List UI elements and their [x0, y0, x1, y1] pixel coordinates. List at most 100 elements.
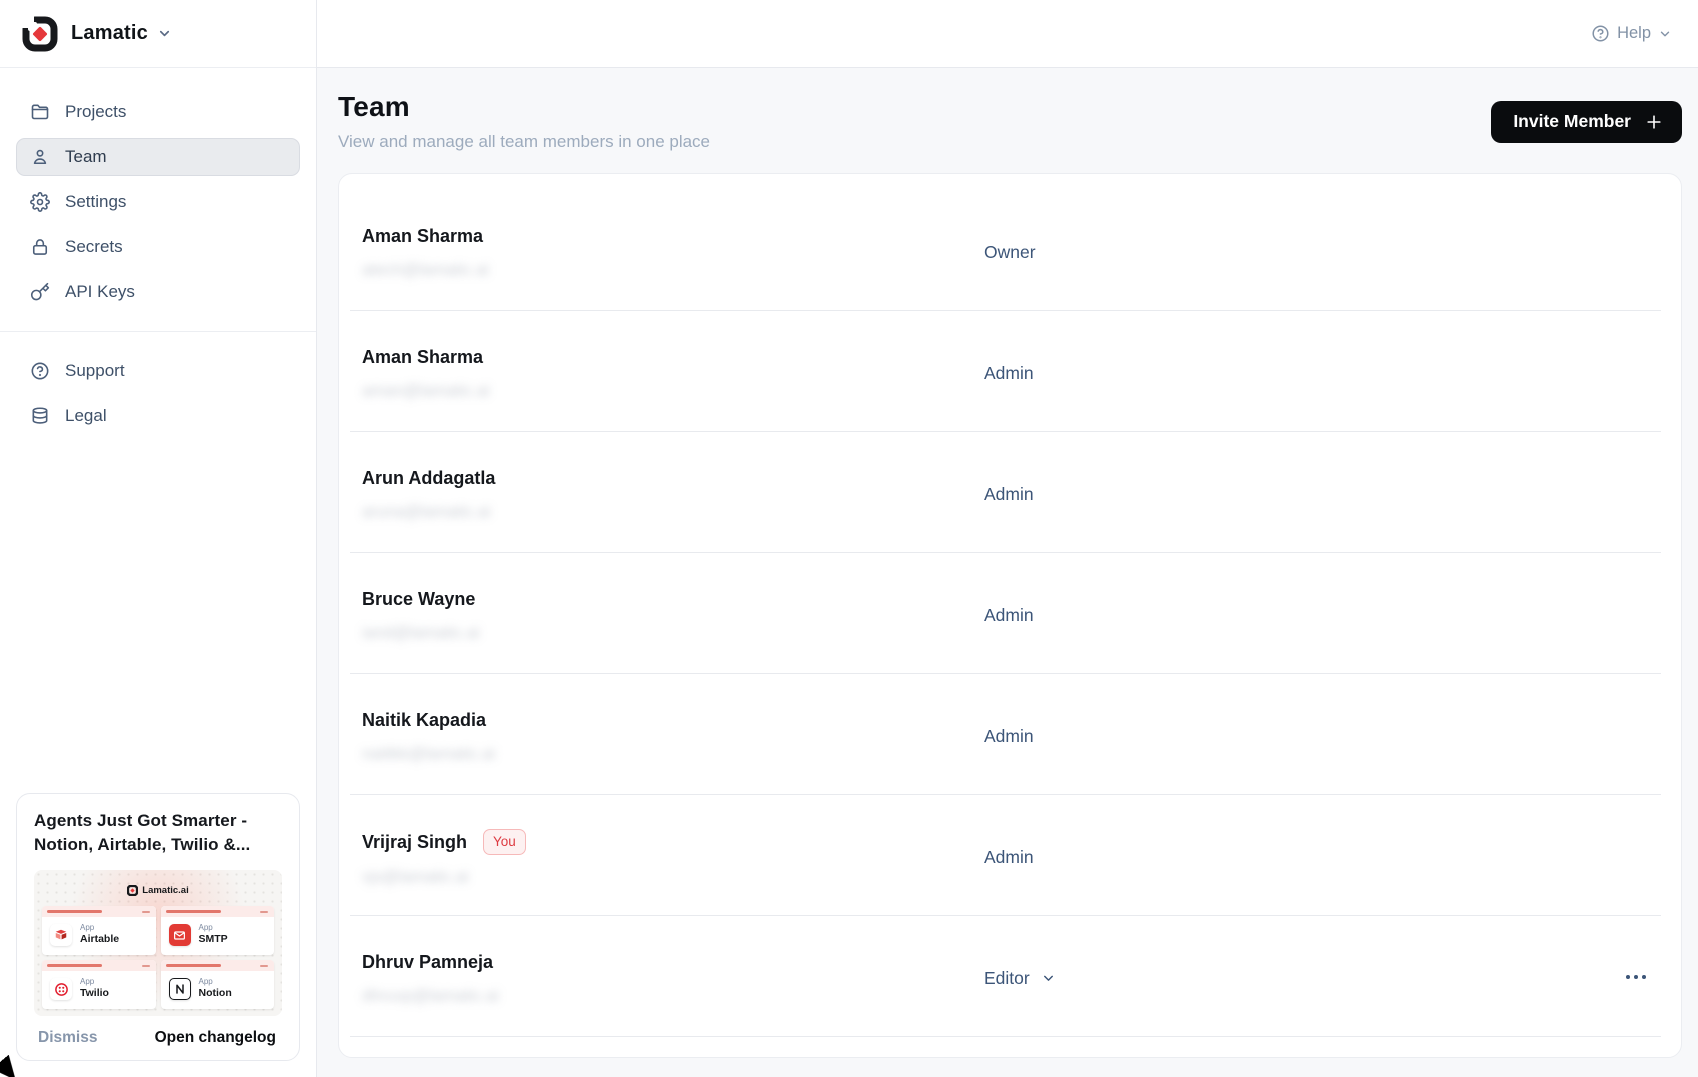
member-name: Aman Sharma: [362, 224, 483, 248]
promo-app-grid: App Airtable App SMTP: [42, 906, 274, 1009]
member-email: aruna@lamatic.ai: [362, 501, 1651, 523]
promo-card-strip: [161, 960, 275, 971]
promo-card-strip: [42, 906, 156, 917]
sidebar-item-label: Support: [65, 361, 125, 381]
promo-app-card: App Airtable: [42, 906, 156, 955]
help-circle-icon: [30, 361, 50, 381]
sidebar-item-api-keys[interactable]: API Keys: [16, 273, 300, 311]
ellipsis-icon: [1625, 974, 1647, 980]
notion-icon: [169, 978, 191, 1000]
promo-app-name: SMTP: [199, 933, 228, 947]
member-row-current-user: Vrijraj Singh You vjs@lamatic.ai Admin: [339, 795, 1681, 916]
member-role: Admin: [984, 362, 1034, 383]
dismiss-button[interactable]: Dismiss: [38, 1029, 97, 1047]
invite-member-label: Invite Member: [1513, 111, 1631, 132]
workspace-switcher[interactable]: Lamatic: [0, 0, 316, 68]
member-email: vjs@lamatic.ai: [362, 866, 1651, 888]
member-role: Owner: [984, 241, 1036, 262]
help-button[interactable]: Help: [1591, 24, 1672, 43]
member-role: Admin: [984, 846, 1034, 867]
member-name: Naitik Kapadia: [362, 708, 486, 732]
promo-app-name: Airtable: [80, 933, 119, 947]
sidebar-item-team[interactable]: Team: [16, 138, 300, 176]
you-badge: You: [483, 829, 526, 855]
database-icon: [30, 406, 50, 426]
smtp-icon: [169, 924, 191, 946]
member-email: iand@lamatic.ai: [362, 622, 1651, 644]
role-select[interactable]: Editor: [984, 967, 1056, 988]
promo-app-card: App Twilio: [42, 960, 156, 1009]
sidebar: Lamatic Projects Team Settings: [0, 0, 317, 1077]
page-title: Team: [338, 91, 710, 123]
sidebar-item-label: Settings: [65, 192, 126, 212]
member-name: Dhruv Pamneja: [362, 950, 493, 974]
member-email: naitikk@lamatic.ai: [362, 743, 1651, 765]
promo-image-caption: Lamatic.ai: [142, 885, 188, 896]
airtable-icon: [50, 924, 72, 946]
help-circle-icon: [1591, 24, 1610, 43]
sidebar-item-label: Legal: [65, 406, 107, 426]
sidebar-item-label: Projects: [65, 102, 126, 122]
member-email: aman@lamatic.ai: [362, 380, 1651, 402]
chevron-down-icon: [1041, 970, 1056, 985]
sidebar-item-projects[interactable]: Projects: [16, 93, 300, 131]
member-role: Admin: [984, 604, 1034, 625]
page-subtitle: View and manage all team members in one …: [338, 132, 710, 152]
member-email: atech@lamatic.ai: [362, 259, 1651, 281]
promo-app-name: Twilio: [80, 987, 109, 1001]
changelog-promo-card: Agents Just Got Smarter - Notion, Airtab…: [16, 793, 300, 1061]
promo-app-card: App SMTP: [161, 906, 275, 955]
promo-app-label: App: [199, 977, 232, 987]
main-area: Help Team View and manage all team membe…: [317, 0, 1698, 1077]
sidebar-item-label: Team: [65, 147, 107, 167]
row-actions-menu-button[interactable]: [1621, 968, 1651, 986]
promo-app-label: App: [199, 923, 228, 933]
role-select-value: Editor: [984, 967, 1030, 988]
lock-icon: [30, 237, 50, 257]
secondary-nav: Support Legal: [0, 332, 316, 442]
member-row: Naitik Kapadia naitikk@lamatic.ai Admin: [339, 674, 1681, 795]
member-row: Aman Sharma atech@lamatic.ai Owner: [339, 190, 1681, 311]
sidebar-item-label: API Keys: [65, 282, 135, 302]
member-row: Arun Addagatla aruna@lamatic.ai Admin: [339, 432, 1681, 553]
member-role: Admin: [984, 725, 1034, 746]
plus-icon: [1644, 112, 1664, 132]
folder-icon: [30, 102, 50, 122]
sidebar-item-secrets[interactable]: Secrets: [16, 228, 300, 266]
lamatic-mini-logo-icon: [127, 885, 138, 896]
team-members-list: Aman Sharma atech@lamatic.ai Owner Aman …: [338, 173, 1682, 1058]
gear-icon: [30, 192, 50, 212]
help-label: Help: [1617, 24, 1651, 43]
member-name: Arun Addagatla: [362, 466, 495, 490]
twilio-icon: [50, 978, 72, 1000]
member-row: Aman Sharma aman@lamatic.ai Admin: [339, 311, 1681, 432]
open-changelog-button[interactable]: Open changelog: [155, 1029, 276, 1047]
sidebar-item-legal[interactable]: Legal: [16, 397, 300, 435]
invite-member-button[interactable]: Invite Member: [1491, 101, 1682, 143]
primary-nav: Projects Team Settings Secrets API Keys: [0, 68, 316, 318]
lamatic-logo-icon: [22, 16, 58, 52]
member-email: dhruvp@lamatic.ai: [362, 985, 1651, 1007]
promo-app-name: Notion: [199, 987, 232, 1001]
sidebar-item-support[interactable]: Support: [16, 352, 300, 390]
promo-card-strip: [161, 906, 275, 917]
promo-app-card: App Notion: [161, 960, 275, 1009]
member-name: Aman Sharma: [362, 345, 483, 369]
member-name: Vrijraj Singh: [362, 830, 467, 854]
chevron-down-icon: [157, 26, 172, 41]
member-row: Bruce Wayne iand@lamatic.ai Admin: [339, 553, 1681, 674]
promo-image: Lamatic.ai App Airtable: [34, 870, 282, 1016]
topbar: Help: [317, 0, 1698, 68]
sidebar-item-label: Secrets: [65, 237, 123, 257]
key-icon: [30, 282, 50, 302]
team-page: Team View and manage all team members in…: [317, 68, 1698, 1077]
promo-app-label: App: [80, 977, 109, 987]
member-role: Admin: [984, 483, 1034, 504]
user-icon: [30, 147, 50, 167]
promo-app-label: App: [80, 923, 119, 933]
sidebar-item-settings[interactable]: Settings: [16, 183, 300, 221]
promo-card-strip: [42, 960, 156, 971]
brand-name: Lamatic: [71, 22, 148, 45]
promo-title: Agents Just Got Smarter - Notion, Airtab…: [34, 809, 282, 858]
member-name: Bruce Wayne: [362, 587, 475, 611]
